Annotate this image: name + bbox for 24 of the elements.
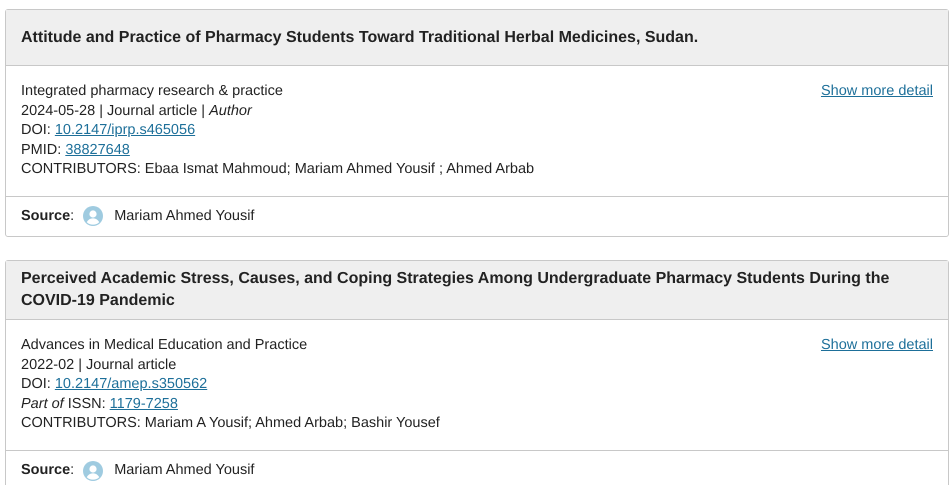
journal-name: Integrated pharmacy research & practice [21,82,284,101]
work-meta: 2024-05-28 | Journal article | Author [21,102,254,120]
source-name: Mariam Ahmed Yousif [114,460,254,480]
user-avatar-icon [83,460,104,481]
work-title: Attitude and Practice of Pharmacy Students Toward Traditional Herbal Medicines, Sudan. [21,28,698,48]
journal-name: Advances in Medical Education and Practice [21,336,308,356]
contributors-text: CONTRIBUTORS: Mariam A Yousif; Ahmed Arbab; Bashir Yousef [21,414,440,434]
identifier-line: DOI: 10.2147/amep.s350562 [21,375,208,394]
identifier-line: DOI: 10.2147/iprp.s465056 [21,121,196,140]
identifier-link[interactable]: 38827648 [65,142,130,158]
source-name: Mariam Ahmed Yousif [114,206,254,226]
show-more-link[interactable]: Show more detail [820,336,933,356]
user-avatar-icon [83,206,104,226]
identifier-link[interactable]: 10.2147/amep.s350562 [54,376,208,392]
contributors-text: CONTRIBUTORS: Ebaa Ismat Mahmoud; Mariam Ahmed Yousif ; Ahmed Arbab [21,160,534,179]
source-label: Source: [21,206,74,226]
source-label: Source: [21,460,74,480]
identifier-link[interactable]: 1179-7258 [110,396,178,412]
identifier-line: Part of ISSN: 1179-7258 [21,394,179,414]
work-title: Perceived Academic Stress, Causes, and Coping Strategies Among Undergraduate Pharmacy Students During the COVID-19 Pandemic [21,269,890,312]
identifier-link[interactable]: 10.2147/iprp.s465056 [54,122,196,138]
work-meta: 2022-02 | Journal article [21,356,178,375]
show-more-link[interactable]: Show more detail [820,82,933,102]
identifier-line: PMID: 38827648 [21,140,131,160]
